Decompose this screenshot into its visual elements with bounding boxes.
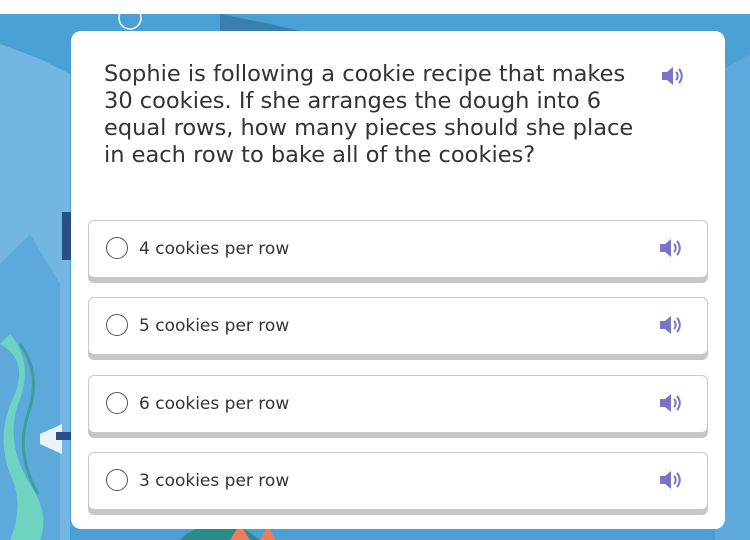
radio-button[interactable]	[106, 237, 128, 259]
radio-button[interactable]	[106, 469, 128, 491]
answer-option-label: 6 cookies per row	[139, 394, 290, 414]
radio-button[interactable]	[106, 314, 128, 336]
speaker-icon[interactable]	[659, 392, 685, 414]
answer-option-label: 5 cookies per row	[139, 316, 290, 336]
answer-option-3[interactable]: 6 cookies per row	[88, 375, 708, 433]
speaker-icon[interactable]	[659, 237, 685, 259]
speaker-icon[interactable]	[659, 469, 685, 491]
answer-option-label: 3 cookies per row	[139, 471, 290, 491]
answer-option-4[interactable]: 3 cookies per row	[88, 452, 708, 510]
answer-option-label: 4 cookies per row	[139, 239, 290, 259]
question-text: Sophie is following a cookie recipe that…	[104, 61, 634, 168]
radio-button[interactable]	[106, 392, 128, 414]
answer-option-2[interactable]: 5 cookies per row	[88, 297, 708, 355]
speaker-icon[interactable]	[659, 314, 685, 336]
answer-option-1[interactable]: 4 cookies per row	[88, 220, 708, 278]
top-bar	[0, 0, 750, 14]
question-card: Sophie is following a cookie recipe that…	[71, 31, 725, 529]
speaker-icon[interactable]	[661, 65, 687, 87]
